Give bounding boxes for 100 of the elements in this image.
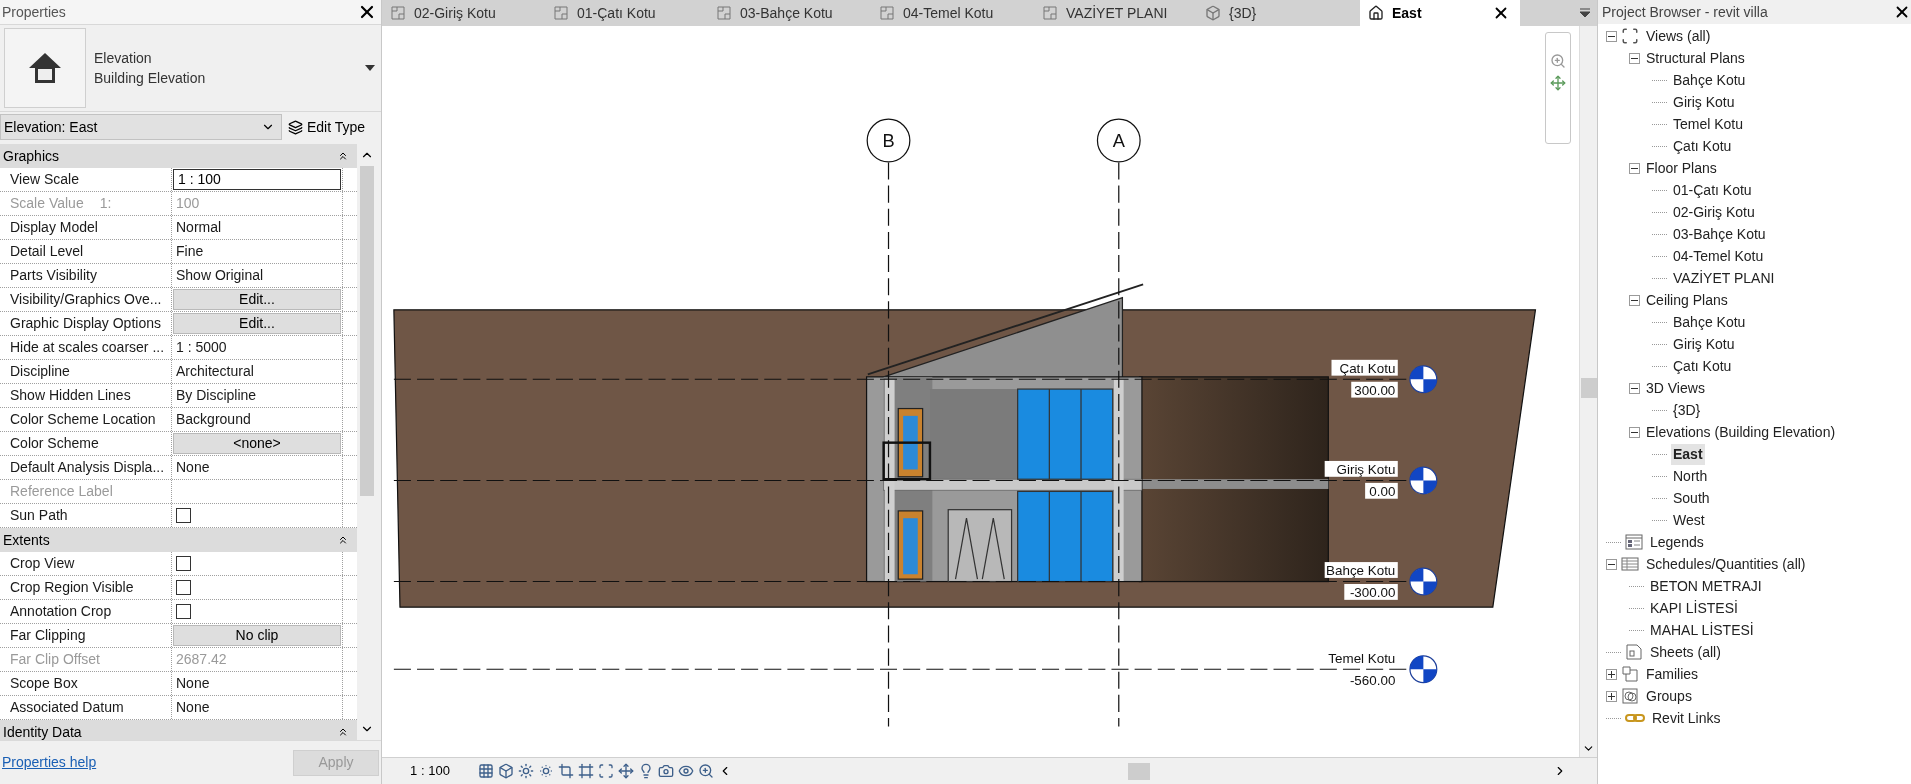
level-head-icon[interactable] xyxy=(1409,365,1438,394)
tree-item[interactable]: Giriş Kotu xyxy=(1671,333,1737,355)
scrollbar-thumb[interactable] xyxy=(1580,378,1597,398)
level-head-icon[interactable] xyxy=(1409,567,1438,596)
tree-item[interactable]: KAPI LİSTESİ xyxy=(1648,597,1740,619)
tree-item[interactable]: Bahçe Kotu xyxy=(1671,69,1748,91)
tree-item[interactable]: Çatı Kotu xyxy=(1671,135,1734,157)
level-head-icon[interactable] xyxy=(1409,466,1438,495)
tree-item[interactable]: East xyxy=(1671,443,1705,465)
pan-icon xyxy=(1550,75,1566,91)
level-name: Temel Kotu xyxy=(1324,649,1398,667)
camera-icon[interactable] xyxy=(658,763,674,779)
tree-item[interactable]: VAZİYET PLANI xyxy=(1671,267,1777,289)
door-drawing xyxy=(897,407,924,478)
tree-item[interactable]: Sheets (all) xyxy=(1648,641,1723,663)
dropdown-arrow-icon[interactable] xyxy=(365,65,375,71)
tree-item[interactable]: 02-Giriş Kotu xyxy=(1671,201,1757,223)
house-icon xyxy=(1368,5,1384,21)
tree-item[interactable]: Ceiling Plans xyxy=(1644,289,1730,311)
grid-bubble[interactable]: A xyxy=(1096,118,1141,163)
value-field[interactable]: 1 : 100 xyxy=(173,169,341,190)
group-icon xyxy=(1621,687,1639,705)
dim-sun-icon[interactable] xyxy=(538,763,554,779)
panel-title: Project Browser - revit villa xyxy=(1602,2,1768,22)
property-label: Default Analysis Displa... xyxy=(10,458,165,477)
family-icon xyxy=(1621,665,1639,683)
property-label: Scale Value xyxy=(10,194,84,213)
views-icon xyxy=(1621,27,1639,45)
scrollbar-thumb[interactable] xyxy=(360,166,374,496)
tree-item[interactable]: North xyxy=(1671,465,1710,487)
edit-type-button[interactable]: Edit Type xyxy=(288,116,366,138)
tree-item[interactable]: Schedules/Quantities (all) xyxy=(1644,553,1808,575)
unit-label: 1: xyxy=(99,194,112,213)
instance-dropdown[interactable]: Elevation: East xyxy=(0,114,282,140)
floor-plan-icon xyxy=(1042,5,1058,21)
checkbox[interactable] xyxy=(176,508,191,523)
edit-button[interactable]: Edit... xyxy=(173,313,341,334)
view-scale-label[interactable]: 1 : 100 xyxy=(382,761,478,781)
cube-icon[interactable] xyxy=(498,763,514,779)
eye-icon[interactable] xyxy=(678,763,694,779)
tree-item[interactable]: Giriş Kotu xyxy=(1671,91,1737,113)
tree-item[interactable]: Temel Kotu xyxy=(1671,113,1746,135)
floor-plan-icon xyxy=(716,5,732,21)
tree-item[interactable]: Çatı Kotu xyxy=(1671,355,1734,377)
tree-item[interactable]: BETON METRAJI xyxy=(1648,575,1764,597)
tree-item[interactable]: 04-Temel Kotu xyxy=(1671,245,1766,267)
tree-item[interactable]: 3D Views xyxy=(1644,377,1707,399)
tree-item[interactable]: {3D} xyxy=(1671,399,1703,421)
tree-item[interactable]: Floor Plans xyxy=(1644,157,1719,179)
view-tab[interactable]: East xyxy=(1360,0,1520,26)
section-header[interactable]: Extents xyxy=(0,528,357,552)
help-link[interactable]: Properties help xyxy=(2,752,97,773)
tree-item[interactable]: Legends xyxy=(1648,531,1706,553)
floor-plan-icon xyxy=(390,5,406,21)
checkbox[interactable] xyxy=(176,604,191,619)
tree-item[interactable]: South xyxy=(1671,487,1712,509)
property-value: 2687.42 xyxy=(175,650,227,669)
door-drawing xyxy=(897,510,924,580)
tree-item[interactable]: Views (all) xyxy=(1644,25,1713,47)
tree-item[interactable]: Structural Plans xyxy=(1644,47,1747,69)
section-header[interactable]: Identity Data xyxy=(0,720,357,740)
lightbulb-icon[interactable] xyxy=(638,763,654,779)
level-name: Bahçe Kotu xyxy=(1324,562,1398,579)
sun-icon[interactable] xyxy=(518,763,534,779)
railing-drawing xyxy=(882,441,932,481)
checkbox[interactable] xyxy=(176,556,191,571)
tree-item[interactable]: MAHAL LİSTESİ xyxy=(1648,619,1756,641)
scan-icon[interactable] xyxy=(598,763,614,779)
property-label: Reference Label xyxy=(10,482,113,501)
property-label: Detail Level xyxy=(10,242,84,261)
level-head-icon[interactable] xyxy=(1409,655,1438,684)
tree-item[interactable]: Revit Links xyxy=(1650,707,1723,729)
tree-item[interactable]: Groups xyxy=(1644,685,1694,707)
edit-button[interactable]: Edit... xyxy=(173,289,341,310)
checkbox[interactable] xyxy=(176,580,191,595)
property-value: Normal xyxy=(175,218,222,237)
tab-menu-icon[interactable] xyxy=(1579,8,1591,18)
property-label: Crop View xyxy=(10,554,75,573)
property-label: Hide at scales coarser ... xyxy=(10,338,165,357)
grid-bubble[interactable]: B xyxy=(866,118,911,163)
house-icon xyxy=(27,51,63,85)
frame-icon[interactable] xyxy=(578,763,594,779)
collapse-icon xyxy=(337,726,349,738)
tree-item[interactable]: Elevations (Building Elevation) xyxy=(1644,421,1838,443)
grid-icon[interactable] xyxy=(478,763,494,779)
property-value: 100 xyxy=(175,194,200,213)
crop-icon[interactable] xyxy=(558,763,574,779)
tree-item[interactable]: Bahçe Kotu xyxy=(1671,311,1748,333)
sheet-icon xyxy=(1625,643,1643,661)
section-header[interactable]: Graphics xyxy=(0,144,357,168)
tree-item[interactable]: Families xyxy=(1644,663,1701,685)
tree-item[interactable]: 03-Bahçe Kotu xyxy=(1671,223,1768,245)
scrollbar-thumb[interactable] xyxy=(1128,762,1150,780)
edit-button[interactable]: No clip xyxy=(173,625,341,646)
zoom-icon[interactable] xyxy=(698,763,714,779)
edit-button[interactable]: <none> xyxy=(173,433,341,454)
zoom-icon xyxy=(1550,53,1566,69)
tree-item[interactable]: 01-Çatı Kotu xyxy=(1671,179,1754,201)
move-icon[interactable] xyxy=(618,763,634,779)
tree-item[interactable]: West xyxy=(1671,509,1707,531)
